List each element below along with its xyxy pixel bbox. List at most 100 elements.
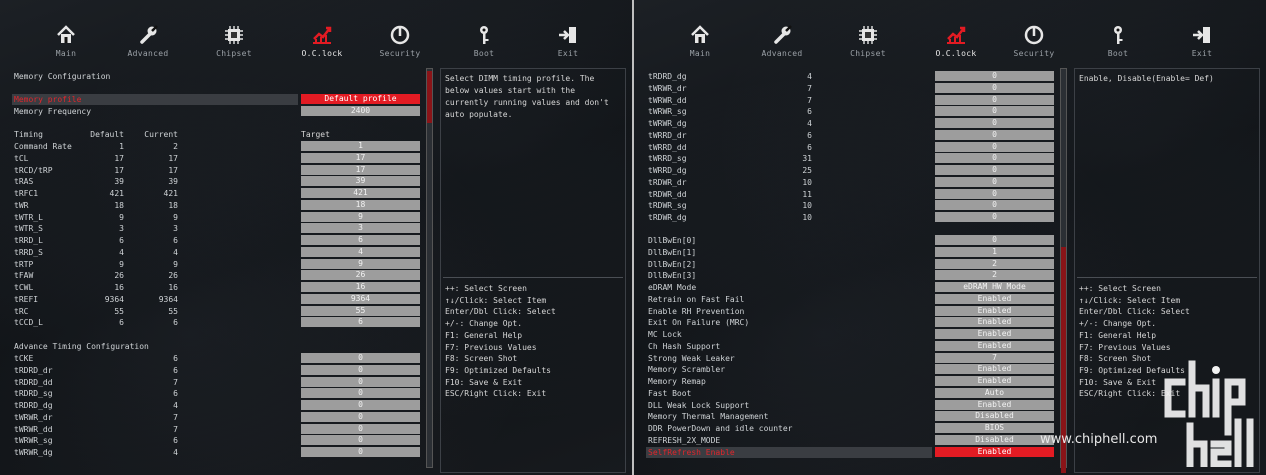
option-value[interactable]: Enabled bbox=[935, 340, 1054, 351]
timing-target-input[interactable]: 0 bbox=[935, 129, 1054, 140]
timing-row: tRDWR_dd 11 0 bbox=[634, 188, 1058, 200]
option-value[interactable]: Auto bbox=[935, 387, 1054, 398]
timing-target-input[interactable]: 0 bbox=[301, 364, 420, 375]
scrollbar-thumb[interactable] bbox=[427, 71, 432, 123]
timing-target-input[interactable]: 421 bbox=[301, 188, 420, 198]
timing-target-input[interactable]: 17 bbox=[301, 164, 420, 175]
option-row: REFRESH_2X_MODE Disabled bbox=[634, 434, 1058, 446]
timing-target-input[interactable]: 0 bbox=[935, 176, 1054, 187]
timing-row: tWTR_L 9 9 9 bbox=[0, 211, 424, 223]
help-description: Enable, Disable(Enable= Def) bbox=[1079, 74, 1214, 83]
timing-default: 18 bbox=[114, 200, 124, 210]
menu-tab-label: Boot bbox=[1107, 49, 1129, 58]
timing-target-input[interactable]: 0 bbox=[301, 447, 420, 457]
menu-tab-security[interactable]: Security bbox=[999, 24, 1069, 58]
memory-frequency-label: Memory Frequency bbox=[14, 107, 92, 116]
timing-target-input[interactable]: 0 bbox=[301, 411, 420, 422]
key-hint: Enter/Dbl Click: Select bbox=[445, 307, 556, 317]
option-value[interactable]: 0 bbox=[935, 235, 1054, 245]
option-value[interactable]: Enabled bbox=[935, 446, 1054, 457]
timing-target-input[interactable]: 0 bbox=[935, 212, 1054, 222]
timing-target-input[interactable]: 3 bbox=[301, 223, 420, 234]
timing-target-input[interactable]: 0 bbox=[935, 200, 1054, 211]
menu-tab-boot[interactable]: Boot bbox=[449, 24, 519, 58]
memory-frequency-value: 2400 bbox=[301, 106, 420, 116]
timing-target-input[interactable]: 0 bbox=[935, 94, 1054, 105]
option-value[interactable]: Enabled bbox=[935, 317, 1054, 328]
timing-target-input[interactable]: 0 bbox=[301, 388, 420, 399]
timing-target-input[interactable]: 0 bbox=[935, 71, 1054, 81]
advance-timing-row: tWRWR_dd 7 0 bbox=[0, 423, 424, 435]
timing-name: tRDRD_dg bbox=[14, 401, 53, 410]
timing-target-input[interactable]: 0 bbox=[301, 400, 420, 410]
menu-tab-security[interactable]: Security bbox=[365, 24, 435, 58]
timing-target-input[interactable]: 0 bbox=[935, 106, 1054, 117]
option-value[interactable]: 2 bbox=[935, 258, 1054, 269]
option-value[interactable]: Enabled bbox=[935, 376, 1054, 386]
menu-tab-main[interactable]: Main bbox=[665, 24, 735, 58]
menu-tab-advanced[interactable]: Advanced bbox=[747, 24, 817, 58]
scrollbar[interactable] bbox=[426, 68, 433, 468]
menu-tab-exit[interactable]: Exit bbox=[533, 24, 603, 58]
timing-row: tWR 18 18 18 bbox=[0, 199, 424, 211]
option-value[interactable]: 1 bbox=[935, 246, 1054, 257]
timing-current: 26 bbox=[168, 271, 178, 281]
menu-tab-oclock[interactable]: O.C.lock bbox=[287, 24, 357, 58]
timing-target-input[interactable]: 0 bbox=[301, 435, 420, 446]
timing-row: tWRRD_dg 25 0 bbox=[634, 165, 1058, 176]
memory-profile-value[interactable]: Default profile bbox=[301, 94, 420, 104]
timing-target-input[interactable]: 6 bbox=[301, 235, 420, 245]
option-name: DllBwEn[1] bbox=[648, 247, 697, 257]
timing-name: tRDRD_dd bbox=[14, 377, 53, 387]
timing-target-input[interactable]: 16 bbox=[301, 282, 420, 292]
timing-target-input[interactable]: 26 bbox=[301, 270, 420, 281]
menu-tab-chipset[interactable]: Chipset bbox=[833, 24, 903, 58]
help-description: Select DIMM timing profile. The below va… bbox=[445, 74, 614, 119]
timing-target-input[interactable]: 0 bbox=[935, 82, 1054, 93]
menu-tab-oclock[interactable]: O.C.lock bbox=[921, 24, 991, 58]
option-value[interactable]: 7 bbox=[935, 352, 1054, 363]
timing-current: 6 bbox=[173, 365, 178, 375]
menu-tab-advanced[interactable]: Advanced bbox=[113, 24, 183, 58]
menu-tab-main[interactable]: Main bbox=[31, 24, 101, 58]
timing-current: 7 bbox=[173, 412, 178, 422]
menu-tab-label: Security bbox=[379, 49, 421, 58]
option-value[interactable]: Enabled bbox=[935, 329, 1054, 339]
option-value[interactable]: eDRAM HW Mode bbox=[935, 282, 1054, 292]
timing-target-input[interactable]: 1 bbox=[301, 141, 420, 151]
key-icon bbox=[1114, 26, 1123, 44]
timing-target-input[interactable]: 18 bbox=[301, 199, 420, 210]
timing-target-input[interactable]: 0 bbox=[301, 353, 420, 363]
timing-target-input[interactable]: 17 bbox=[301, 152, 420, 163]
timing-target-input[interactable]: 9 bbox=[301, 211, 420, 222]
timing-default: 4 bbox=[119, 247, 124, 257]
option-value[interactable]: Enabled bbox=[935, 399, 1054, 410]
timing-target-input[interactable]: 0 bbox=[301, 376, 420, 387]
option-value[interactable]: 2 bbox=[935, 270, 1054, 281]
timing-target-input[interactable]: 9364 bbox=[301, 293, 420, 304]
timing-target-input[interactable]: 55 bbox=[301, 305, 420, 316]
timing-target-input[interactable]: 6 bbox=[301, 317, 420, 328]
timing-target-input[interactable]: 0 bbox=[935, 141, 1054, 152]
timing-name: tRDWR_dr bbox=[648, 177, 687, 187]
option-value[interactable]: Enabled bbox=[935, 305, 1054, 316]
option-value[interactable]: Enabled bbox=[935, 364, 1054, 375]
key-hint: F8: Screen Shot bbox=[445, 354, 518, 364]
timing-current: 16 bbox=[168, 283, 178, 292]
menu-tab-chipset[interactable]: Chipset bbox=[199, 24, 269, 58]
timing-target-input[interactable]: 0 bbox=[935, 118, 1054, 128]
option-value[interactable]: BIOS bbox=[935, 423, 1054, 433]
timing-target-input[interactable]: 9 bbox=[301, 258, 420, 269]
menu-tab-boot[interactable]: Boot bbox=[1083, 24, 1153, 58]
timing-default: 421 bbox=[109, 189, 124, 198]
menu-tab-exit[interactable]: Exit bbox=[1167, 24, 1237, 58]
timing-target-input[interactable]: 4 bbox=[301, 246, 420, 257]
option-value[interactable]: Disabled bbox=[935, 434, 1054, 445]
timing-target-input[interactable]: 39 bbox=[301, 176, 420, 187]
option-value[interactable]: Enabled bbox=[935, 293, 1054, 304]
timing-target-input[interactable]: 0 bbox=[935, 165, 1054, 175]
option-value[interactable]: Disabled bbox=[935, 411, 1054, 422]
timing-target-input[interactable]: 0 bbox=[301, 423, 420, 434]
timing-target-input[interactable]: 0 bbox=[935, 188, 1054, 199]
timing-target-input[interactable]: 0 bbox=[935, 153, 1054, 164]
